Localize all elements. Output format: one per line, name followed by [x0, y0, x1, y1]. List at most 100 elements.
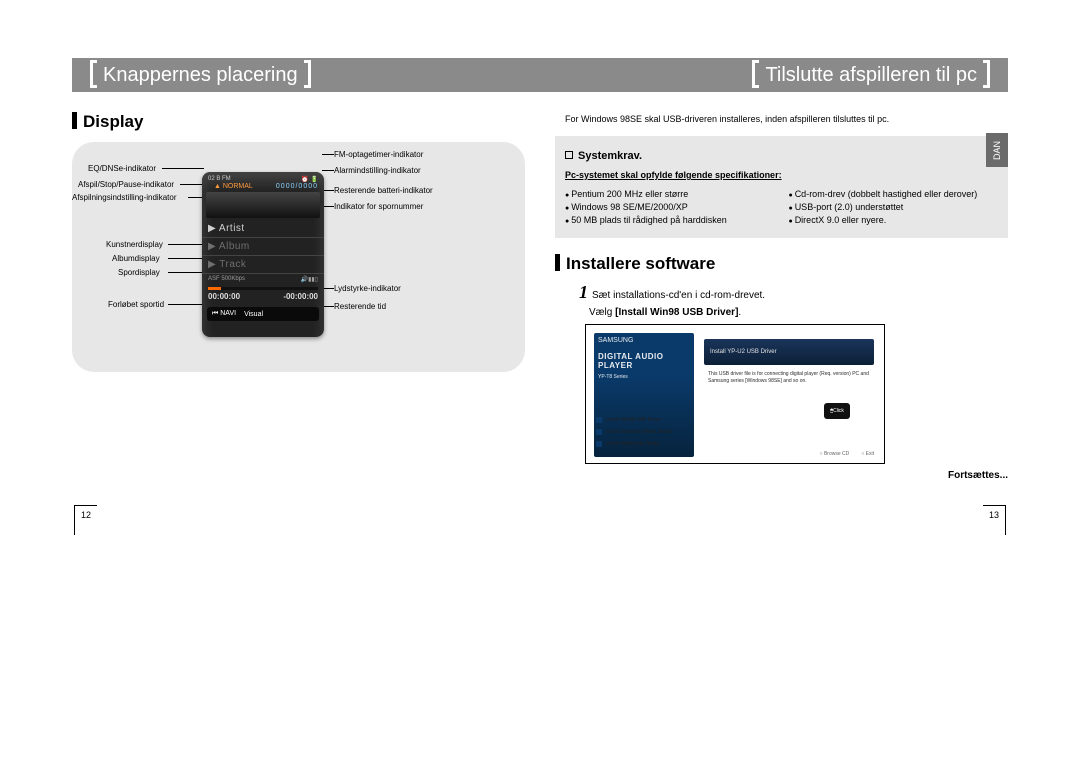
installer-model: YP-T8 Series — [594, 374, 694, 380]
pointer-line — [168, 258, 204, 259]
header-bar: Knappernes placering Tilslutte afspiller… — [72, 58, 1008, 92]
dev-top-right: ⏰ 🔋 — [301, 176, 318, 183]
dot-icon — [596, 417, 602, 423]
installer-menu-item: Install Samsung Media Studio — [596, 429, 672, 435]
installer-description: This USB driver file is for connecting d… — [708, 371, 870, 384]
box-icon — [565, 151, 573, 159]
header-left-title: Knappernes placering — [103, 64, 298, 87]
page-numbers: 12 13 — [72, 505, 1008, 535]
dev-mode: ▲ NORMAL — [208, 183, 253, 190]
display-title-text: Display — [83, 112, 143, 131]
installer-menu-item: Install Win98 USB Driver — [596, 417, 672, 423]
install-block: Installere software 1 Sæt installations-c… — [555, 254, 1008, 481]
spec-item: Windows 98 SE/ME/2000/XP — [565, 202, 775, 212]
dev-artist-row: ▶ Artist — [208, 223, 245, 234]
dev-top-left: 02 B FM — [208, 176, 231, 183]
label-battery: Resterende batteri-indikator — [334, 186, 433, 195]
dot-icon — [596, 441, 602, 447]
pointer-line — [180, 184, 204, 185]
header-right: Tilslutte afspilleren til pc — [746, 58, 1008, 92]
label-play-stop: Afspil/Stop/Pause-indikator — [78, 180, 174, 189]
label-track-num: Indikator for spornummer — [334, 202, 423, 211]
spec-item: DirectX 9.0 eller nyere. — [789, 215, 999, 225]
step-1-sub: Vælg [Install Win98 USB Driver]. — [589, 307, 1008, 318]
system-panel: DAN Systemkrav. Pc-systemet skal opfylde… — [555, 136, 1008, 238]
dev-album-text: Album — [219, 241, 250, 252]
bracket-left-open-icon — [90, 58, 97, 92]
step-1-text: Sæt installations-cd'en i cd-rom-drevet. — [592, 290, 765, 301]
pipe-icon — [555, 254, 560, 271]
header-left: Knappernes placering — [72, 58, 317, 92]
page-number-right: 13 — [983, 505, 1006, 535]
header-right-title: Tilslutte afspilleren til pc — [765, 64, 977, 87]
installer-foot-browse: Browse CD — [820, 451, 850, 457]
label-rec-setting: Afspilningsindstilling-indikator — [72, 193, 177, 202]
pipe-icon — [72, 112, 77, 129]
spec-item: 50 MB plads til rådighed på harddisken — [565, 215, 775, 225]
bracket-right-close-icon — [983, 58, 990, 92]
dev-artist-text: Artist — [219, 223, 245, 234]
label-track-disp: Spordisplay — [118, 268, 160, 277]
device-screen: 02 B FM ⏰ 🔋 ▲ NORMAL 0000/0000 ▶ Artist … — [202, 172, 324, 337]
dev-codec: ASF 500Kbps — [208, 276, 245, 283]
installer-menu-1-text: Install Win98 USB Driver — [606, 417, 661, 423]
pointer-line — [162, 168, 204, 169]
installer-footer: Browse CD Exit — [820, 451, 874, 457]
spec-line: Pc-systemet skal opfylde følgende specif… — [565, 170, 998, 180]
dev-visualizer — [206, 192, 320, 218]
right-column: For Windows 98SE skal USB-driveren insta… — [555, 104, 1008, 481]
step-1: 1 Sæt installations-cd'en i cd-rom-drevet… — [579, 282, 1008, 303]
intro-text: For Windows 98SE skal USB-driveren insta… — [565, 114, 1008, 124]
dev-navi: ⏮ NAVI — [212, 310, 236, 318]
display-section-title: Display — [72, 112, 525, 132]
label-eq-dnse: EQ/DNSe-indikator — [88, 164, 156, 173]
spec-col-right: Cd-rom-drev (dobbelt hastighed eller der… — [789, 186, 999, 228]
spec-col-left: Pentium 200 MHz eller større Windows 98 … — [565, 186, 775, 228]
systemkrav-heading: Systemkrav. — [565, 150, 998, 162]
install-title-text: Installere software — [566, 254, 715, 273]
pointer-line — [322, 154, 334, 155]
dev-track-text: Track — [219, 259, 246, 270]
label-alarm: Alarmindstilling-indikator — [334, 166, 421, 175]
dot-icon — [596, 429, 602, 435]
bracket-left-close-icon — [304, 58, 311, 92]
language-tab: DAN — [986, 133, 1008, 167]
spec-item: Pentium 200 MHz eller større — [565, 189, 775, 199]
systemkrav-text: Systemkrav. — [578, 150, 642, 162]
install-section-title: Installere software — [555, 254, 1008, 274]
installer-menu: Install Win98 USB Driver Install Samsung… — [596, 411, 672, 453]
installer-menu-item: Install Multimedia Studio — [596, 441, 672, 447]
label-volume: Lydstyrke-indikator — [334, 284, 401, 293]
pointer-line — [322, 170, 334, 171]
dev-time-remain: -00:00:00 — [283, 292, 318, 301]
label-elapsed: Forløbet sportid — [108, 300, 164, 309]
pointer-line — [168, 304, 204, 305]
label-remain: Resterende tid — [334, 302, 386, 311]
dev-track-row: ▶ Track — [208, 259, 246, 270]
dev-album-row: ▶ Album — [208, 241, 250, 252]
dev-visual: Visual — [244, 311, 263, 318]
page-number-left: 12 — [74, 505, 97, 535]
dev-vol-icon: 🔊▮▮▯ — [301, 276, 318, 283]
installer-menu-3-text: Install Multimedia Studio — [606, 441, 660, 447]
step-1-sub-pre: Vælg — [589, 307, 615, 318]
spec-grid: Pentium 200 MHz eller større Windows 98 … — [565, 186, 998, 228]
pointer-line — [168, 244, 204, 245]
step-1-sub-post: . — [738, 307, 741, 318]
bracket-right-open-icon — [752, 58, 759, 92]
label-album: Albumdisplay — [112, 254, 160, 263]
installer-menu-2-text: Install Samsung Media Studio — [606, 429, 672, 435]
dev-counter: 0000/0000 — [276, 183, 318, 190]
label-artist: Kunstnerdisplay — [106, 240, 163, 249]
installer-menu-highlight: Install YP-U2 USB Driver — [704, 339, 874, 365]
pointer-line — [168, 272, 204, 273]
installer-big: DIGITAL AUDIO PLAYER — [594, 348, 694, 374]
installer-screenshot: SAMSUNG DIGITAL AUDIO PLAYER YP-T8 Serie… — [585, 324, 885, 464]
left-column: Display EQ/DNSe-indikator Afspil/Stop/Pa… — [72, 104, 525, 481]
continued-label: Fortsættes... — [555, 470, 1008, 481]
installer-click-badge: 🖱 Click — [824, 403, 850, 419]
dev-progress — [208, 287, 318, 290]
display-diagram-panel: EQ/DNSe-indikator Afspil/Stop/Pause-indi… — [72, 142, 525, 372]
dev-time-elapsed: 00:00:00 — [208, 292, 240, 301]
step-number: 1 — [579, 282, 588, 302]
